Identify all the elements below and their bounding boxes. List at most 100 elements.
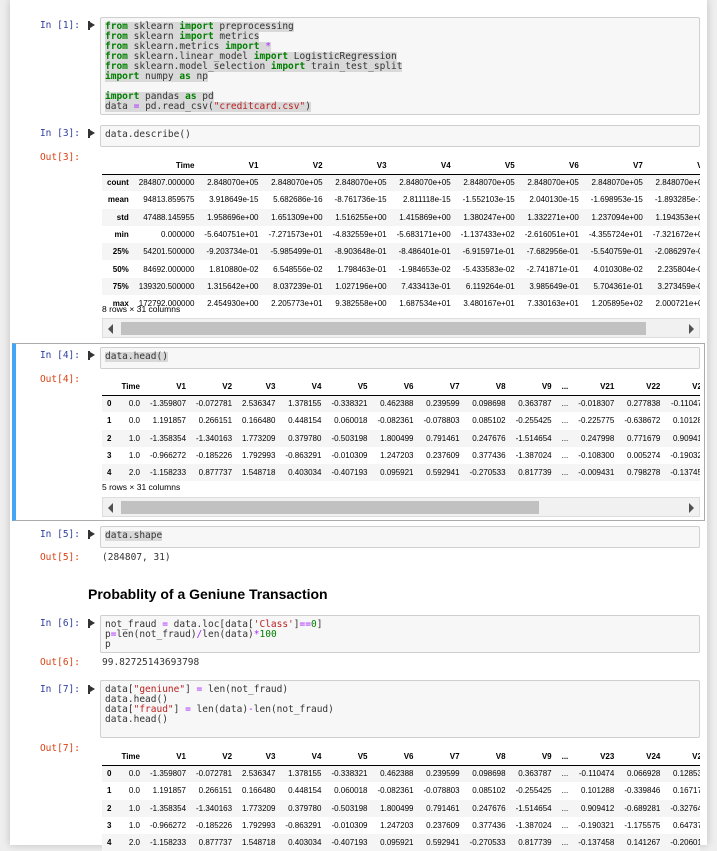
horizontal-scrollbar[interactable]	[102, 318, 700, 338]
table-cell: 2.536347	[242, 769, 276, 779]
table-cell: 2.0	[128, 838, 140, 848]
table-cell: 2.0	[128, 468, 140, 478]
table-cell: 2.040130e-15	[529, 195, 579, 205]
code-input-7[interactable]: data["geniune"] = len(not_fraud) data.hea…	[100, 680, 700, 738]
code-line[interactable]: import numpy as np	[105, 72, 208, 82]
table-cell: 0.098698	[472, 769, 506, 779]
table-cell: -0.185226	[196, 451, 233, 461]
head-table-2: TimeV1V2V3V4V5V6V7V8V9...V23V24V25V2600.…	[102, 748, 700, 851]
column-header: V6	[372, 748, 419, 766]
table-cell: -0.190321	[670, 451, 700, 461]
column-header: V2	[263, 157, 328, 175]
code-line[interactable]: data.head()	[105, 352, 168, 362]
table-cell: 0.005274	[626, 451, 661, 461]
table-row: 3 1.0 -0.966272 -0.185226 1.792993 -0.863291-…	[102, 447, 700, 464]
table-cell: 3.273459e-01	[657, 281, 700, 291]
table-cell: 1.810880e-02	[209, 264, 259, 274]
column-header: V9	[510, 378, 557, 396]
table-cell: 2.000721e+01	[655, 299, 700, 309]
column-header: V8	[464, 378, 511, 396]
table-cell: 139320.500000	[138, 281, 195, 291]
table-cell: -0.078803	[423, 786, 460, 796]
table-cell: 1.548718	[242, 838, 276, 848]
table-cell: 9.382558e+00	[335, 299, 387, 309]
column-header: V21	[573, 378, 620, 396]
table-cell: 2.848070e+05	[591, 178, 643, 188]
run-cell-icon[interactable]	[88, 530, 96, 539]
table-cell: 0.101288	[580, 786, 615, 796]
table-cell: -0.503198	[331, 433, 368, 443]
run-cell-icon[interactable]	[88, 129, 96, 138]
run-cell-icon[interactable]	[88, 351, 96, 360]
table-cell: 1.958696e+00	[207, 212, 259, 222]
code-input-1[interactable]: from sklearn import preprocessing from sk…	[100, 17, 700, 115]
code-line[interactable]: data.head()	[105, 715, 168, 725]
scrollbar-thumb[interactable]	[121, 501, 539, 514]
table-row: max 172792.000000 2.454930e+00 2.205773e+01…	[102, 295, 700, 312]
scrollbar-thumb[interactable]	[121, 322, 646, 335]
table-cell: 0.141267	[626, 838, 661, 848]
scroll-right-icon[interactable]	[689, 503, 694, 513]
dataframe: TimeV1V2V3V4V5V6V7V8V9...V23V24V25V2600.…	[102, 748, 700, 851]
table-cell: 54201.500000	[143, 247, 195, 257]
code-input-6[interactable]: not_fraud = data.loc[data['Class']==0] p=…	[100, 615, 700, 653]
scroll-left-icon[interactable]	[108, 503, 113, 513]
in-prompt-3: In [3]:	[39, 128, 80, 139]
table-cell: -0.072781	[196, 769, 233, 779]
table-cell: -0.018307	[578, 399, 615, 409]
table-cell: 1.798463e-01	[337, 264, 387, 274]
table-cell: 0.247998	[580, 433, 615, 443]
table-cell: 0.085102	[472, 786, 506, 796]
row-index: std	[116, 212, 129, 222]
table-cell: -0.110474	[578, 769, 615, 779]
table-cell: 1.0	[128, 821, 140, 831]
table-cell: -0.010309	[331, 821, 368, 831]
table-cell: 0.403034	[288, 468, 322, 478]
table-cell: 0.448154	[288, 416, 322, 426]
table-cell: 8.037239e-01	[273, 281, 323, 291]
code-line[interactable]: p=len(not_fraud)/len(data)*100	[105, 630, 277, 640]
table-cell: 2.848070e+05	[655, 178, 700, 188]
scroll-right-icon[interactable]	[689, 324, 694, 334]
table-row: 3 1.0 -0.966272 -0.185226 1.792993 -0.863291-…	[102, 817, 700, 834]
table-cell: -1.175575	[624, 821, 661, 831]
table-cell: 1.380247e+00	[463, 212, 515, 222]
code-line[interactable]: data = pd.read_csv("creditcard.csv")	[105, 102, 311, 112]
table-cell: -1.387024	[515, 821, 552, 831]
table-row: 75% 139320.500000 1.315642e+00 8.037239e-01…	[102, 277, 700, 296]
horizontal-scrollbar[interactable]	[102, 497, 700, 517]
table-cell: 1.332271e+00	[527, 212, 579, 222]
code-input-4[interactable]: data.head()	[100, 347, 700, 369]
column-header: V5	[326, 748, 373, 766]
table-cell: 1.651309e+00	[271, 212, 323, 222]
table-row: 1 0.0 1.191857 0.266151 0.166480 0.448154 0.06…	[102, 782, 700, 799]
code-line[interactable]: p	[105, 640, 111, 650]
table-cell: 7.433413e-01	[401, 281, 451, 291]
table-cell: 0.066928	[626, 769, 661, 779]
run-cell-icon[interactable]	[88, 21, 96, 30]
table-cell: -0.110474	[670, 399, 700, 409]
table-cell: 2.848070e+05	[463, 178, 515, 188]
code-line[interactable]: data.describe()	[105, 130, 191, 140]
row-index: 3	[107, 451, 112, 461]
column-header: V4	[280, 378, 327, 396]
code-input-5[interactable]: data.shape	[100, 526, 700, 548]
table-cell: -1.158233	[149, 468, 187, 478]
run-cell-icon[interactable]	[88, 619, 96, 628]
code-line[interactable]: data.shape	[105, 531, 163, 541]
code-input-3[interactable]: data.describe()	[100, 125, 700, 147]
table-row: 1 0.0 1.191857 0.266151 0.166480 0.448154 0.06…	[102, 412, 700, 429]
row-index: 50%	[112, 264, 129, 274]
table-cell: -0.863291	[285, 821, 322, 831]
table-cell: 2.235804e-02	[657, 264, 700, 274]
table-cell: 1.0	[128, 451, 140, 461]
scroll-left-icon[interactable]	[108, 324, 113, 334]
run-cell-icon[interactable]	[88, 685, 96, 694]
column-header: V3	[237, 748, 281, 766]
table-cell: 0.060018	[334, 786, 368, 796]
table-cell: 1.191857	[152, 786, 187, 796]
table-row: 0 0.0 -1.359807 -0.072781 2.536347 1.378155 -0…	[102, 765, 700, 783]
column-header: ...	[556, 748, 574, 766]
column-header: V3	[237, 378, 281, 396]
table-cell: 0.237609	[426, 451, 460, 461]
